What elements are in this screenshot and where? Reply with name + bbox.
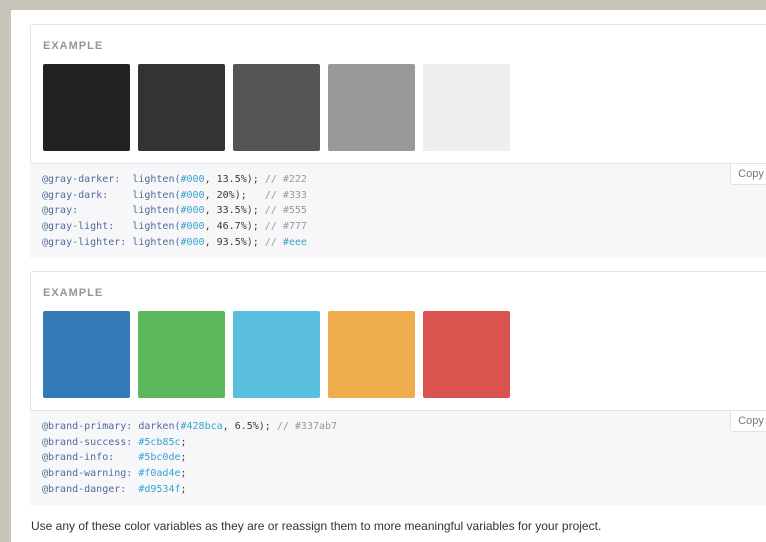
swatch-gray-dark bbox=[138, 64, 225, 151]
brand-code-block: Copy @brand-primary: darken(#428bca, 6.5… bbox=[30, 410, 766, 505]
code-variable: @brand-primary: bbox=[42, 421, 133, 432]
code-line: @brand-primary: darken(#428bca, 6.5%); /… bbox=[42, 421, 338, 432]
swatch-brand-warning bbox=[328, 311, 415, 398]
example-label: EXAMPLE bbox=[43, 287, 104, 299]
code-line: @gray-darker: lighten(#000, 13.5%); // #… bbox=[42, 174, 307, 185]
swatch-gray-darker bbox=[43, 64, 130, 151]
swatch-gray bbox=[233, 64, 320, 151]
code-variable: @gray-light: bbox=[42, 221, 115, 233]
footer-note: Use any of these color variables as they… bbox=[31, 519, 602, 533]
brand-code-text: @brand-primary: darken(#428bca, 6.5%); /… bbox=[42, 419, 337, 498]
code-function: lighten( bbox=[132, 174, 181, 185]
code-hex: #000 bbox=[180, 236, 205, 248]
code-function: darken( bbox=[138, 421, 181, 432]
example-label: EXAMPLE bbox=[43, 40, 104, 52]
code-variable: @gray-darker: bbox=[42, 174, 121, 185]
code-line: @brand-success: #5cb85c; bbox=[42, 436, 187, 448]
code-variable: @gray-dark: bbox=[42, 189, 109, 201]
swatch-brand-success bbox=[138, 311, 225, 398]
code-hex: #000 bbox=[180, 189, 205, 201]
code-hex: #000 bbox=[180, 221, 205, 233]
swatch-brand-danger bbox=[423, 311, 510, 398]
gray-code-text: @gray-darker: lighten(#000, 13.5%); // #… bbox=[42, 172, 307, 251]
code-hex: #000 bbox=[180, 174, 205, 185]
code-variable: @gray: bbox=[42, 205, 79, 217]
code-hex: #428bca bbox=[180, 421, 223, 432]
code-variable: @brand-warning: bbox=[42, 468, 133, 480]
code-line: @gray-lighter: lighten(#000, 93.5%); // … bbox=[42, 236, 307, 248]
code-variable: @brand-danger: bbox=[42, 483, 127, 495]
swatch-brand-primary bbox=[43, 311, 130, 398]
code-function: lighten( bbox=[132, 205, 181, 217]
code-hex: #5cb85c bbox=[138, 436, 181, 448]
gray-code-block: Copy @gray-darker: lighten(#000, 13.5%);… bbox=[30, 163, 766, 258]
code-hex: #f0ad4e bbox=[138, 468, 181, 480]
swatch-gray-lighter bbox=[423, 64, 510, 151]
code-variable: @brand-success: bbox=[42, 436, 133, 448]
code-hex: #5bc0de bbox=[138, 452, 181, 464]
swatch-brand-info bbox=[233, 311, 320, 398]
code-comment: // bbox=[264, 236, 283, 248]
code-line: @brand-info: #5bc0de; bbox=[42, 452, 187, 464]
code-function: lighten( bbox=[132, 236, 181, 248]
brand-example-panel: EXAMPLE Copy @brand-primary: darken(#428… bbox=[30, 271, 766, 505]
docs-page: EXAMPLE Copy @gray-darker: lighten(#000,… bbox=[11, 10, 766, 542]
swatch-gray-light bbox=[328, 64, 415, 151]
code-line: @gray-dark: lighten(#000, 20%); // #333 bbox=[42, 189, 307, 201]
code-variable: @gray-lighter: bbox=[42, 236, 127, 248]
copy-button[interactable]: Copy bbox=[730, 163, 766, 185]
code-comment-hex: #eee bbox=[282, 236, 307, 248]
code-line: @brand-danger: #d9534f; bbox=[42, 483, 187, 495]
code-hex: #d9534f bbox=[138, 483, 181, 495]
gray-example-panel: EXAMPLE Copy @gray-darker: lighten(#000,… bbox=[30, 24, 766, 258]
code-function: lighten( bbox=[132, 221, 181, 233]
code-line: @gray: lighten(#000, 33.5%); // #555 bbox=[42, 205, 307, 217]
copy-button[interactable]: Copy bbox=[730, 410, 766, 432]
code-comment: // #337ab7 bbox=[276, 421, 338, 432]
code-comment: // #555 bbox=[264, 205, 307, 217]
code-comment: // #333 bbox=[264, 189, 307, 201]
code-comment: // #222 bbox=[264, 174, 307, 185]
code-line: @gray-light: lighten(#000, 46.7%); // #7… bbox=[42, 221, 307, 233]
code-comment: // #777 bbox=[264, 221, 307, 233]
code-hex: #000 bbox=[180, 205, 205, 217]
code-line: @brand-warning: #f0ad4e; bbox=[42, 468, 187, 480]
code-function: lighten( bbox=[132, 189, 181, 201]
code-variable: @brand-info: bbox=[42, 452, 115, 464]
